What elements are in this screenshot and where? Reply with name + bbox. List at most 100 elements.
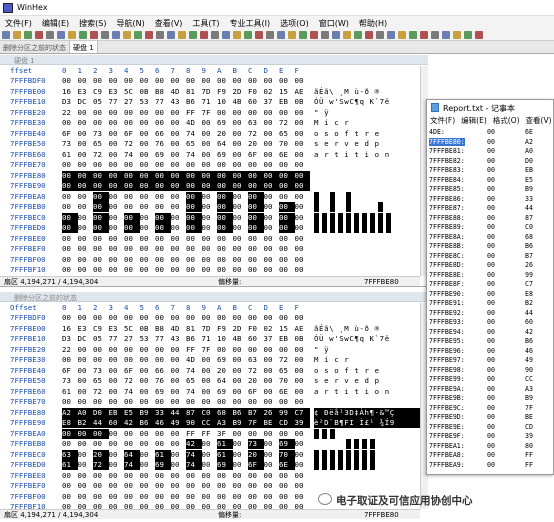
hex-byte[interactable]: 00 xyxy=(217,202,233,212)
hex-byte[interactable]: 72 xyxy=(279,355,295,365)
toolbar-button-icon[interactable] xyxy=(46,31,54,39)
hex-byte[interactable]: 0B xyxy=(295,97,311,107)
hex-byte[interactable]: C7 xyxy=(294,407,310,418)
hex-byte[interactable]: 61 xyxy=(217,449,233,460)
hex-row[interactable]: 7FFFBE40 6F 00 73 00 6F 00 66 00 74 00 20 00 72 00 65 00… xyxy=(0,129,420,139)
hex-byte[interactable]: 00 xyxy=(264,129,280,139)
hex-byte[interactable]: 00 xyxy=(202,213,218,223)
hex-byte[interactable]: 00 xyxy=(248,397,264,407)
hex-byte[interactable]: 00 xyxy=(140,108,156,118)
hex-byte[interactable]: 00 xyxy=(124,492,140,502)
hex-byte[interactable]: 00 xyxy=(78,387,94,397)
hex-byte[interactable]: 00 xyxy=(109,429,125,439)
hex-byte[interactable]: 00 xyxy=(171,150,187,160)
hex-byte[interactable]: 00 xyxy=(248,313,264,323)
hex-byte[interactable]: 4D xyxy=(186,118,202,128)
hex-byte[interactable]: 00 xyxy=(264,255,280,265)
hex-byte[interactable]: 00 xyxy=(140,429,156,439)
hex-byte[interactable]: E8 xyxy=(62,418,78,428)
hex-byte[interactable]: 00 xyxy=(295,355,311,365)
hex-byte[interactable]: 00 xyxy=(171,355,187,365)
menu-item-8[interactable]: 窗口(W) xyxy=(314,16,354,29)
hex-byte[interactable]: 71 xyxy=(202,334,218,344)
hex-byte[interactable]: 00 xyxy=(294,170,310,181)
hex-byte[interactable]: 00 xyxy=(186,191,202,202)
hex-row[interactable]: 7FFFBE10 D3 DC 05 77 27 53 77 43 B6 71 10 4B 60 37 EB 0B… xyxy=(0,334,420,344)
hex-byte[interactable]: 00 xyxy=(233,450,249,460)
hex-byte[interactable]: 00 xyxy=(186,471,202,481)
hex-byte[interactable]: 00 xyxy=(155,471,171,481)
hex-byte[interactable]: 00 xyxy=(124,355,140,365)
hex-row[interactable]: 7FFFBEB0 00 00 00 00 00 00 00 00 00 00 00 00 00 00 00 00 xyxy=(0,202,420,212)
hex-byte[interactable]: 00 xyxy=(248,181,264,191)
hex-byte[interactable]: 20 xyxy=(248,139,264,149)
hex-byte[interactable]: 2D xyxy=(233,324,249,334)
hex-byte[interactable]: 6F xyxy=(62,366,78,376)
hex-byte[interactable]: 00 xyxy=(186,212,202,223)
toolbar-button-icon[interactable] xyxy=(409,31,417,39)
menu-item-4[interactable]: 查看(V) xyxy=(150,16,188,29)
hex-byte[interactable]: 10 xyxy=(217,97,233,107)
hex-byte[interactable]: 00 xyxy=(217,255,233,265)
hex-byte[interactable]: 20 xyxy=(248,449,264,460)
hex-byte[interactable]: E3 xyxy=(109,324,125,334)
hex-byte[interactable]: 00 xyxy=(295,76,311,86)
hex-byte[interactable]: B6 xyxy=(186,334,202,344)
hex-byte[interactable]: 00 xyxy=(108,181,124,191)
hex-byte[interactable]: 00 xyxy=(109,492,125,502)
hex-byte[interactable]: 00 xyxy=(78,160,94,170)
hex-byte[interactable]: 76 xyxy=(155,376,171,386)
hex-byte[interactable]: 00 xyxy=(233,366,249,376)
hex-byte[interactable]: 72 xyxy=(93,387,109,397)
hex-byte[interactable]: 00 xyxy=(62,181,78,191)
hex-byte[interactable]: 74 xyxy=(186,150,202,160)
hex-byte[interactable]: 00 xyxy=(295,450,311,460)
hex-byte[interactable]: 00 xyxy=(140,76,156,86)
hex-byte[interactable]: 00 xyxy=(124,202,140,212)
toolbar-button-icon[interactable] xyxy=(442,31,450,39)
hex-byte[interactable]: 00 xyxy=(139,170,155,181)
hex-row[interactable]: 7FFFBE80 A2 A0 D0 EB E5 B9 33 44 87 C0 68 B6 B7 26 99 C7… xyxy=(0,407,420,418)
hex-byte[interactable]: 00 xyxy=(124,108,140,118)
hex-byte[interactable]: 00 xyxy=(233,481,249,491)
hex-byte[interactable]: 00 xyxy=(109,397,125,407)
hex-byte[interactable]: 66 xyxy=(155,129,171,139)
hex-byte[interactable]: 64 xyxy=(124,449,140,460)
hex-byte[interactable]: 00 xyxy=(155,439,171,449)
hex-byte[interactable]: 72 xyxy=(93,460,109,470)
hex-byte[interactable]: 00 xyxy=(124,471,140,481)
hex-byte[interactable]: 6E xyxy=(279,460,295,470)
notepad-menu-item-0[interactable]: 文件(F) xyxy=(427,114,458,126)
hex-byte[interactable]: 00 xyxy=(124,481,140,491)
hex-byte[interactable]: 61 xyxy=(155,449,171,460)
hex-byte[interactable]: FF xyxy=(186,345,202,355)
hex-byte[interactable]: 00 xyxy=(155,313,171,323)
hex-byte[interactable]: 74 xyxy=(186,129,202,139)
hex-byte[interactable]: 00 xyxy=(124,439,140,449)
hex-byte[interactable]: 00 xyxy=(202,234,218,244)
toolbar-button-icon[interactable] xyxy=(453,31,461,39)
hex-byte[interactable]: 00 xyxy=(264,313,280,323)
hex-byte[interactable]: 90 xyxy=(186,418,202,428)
hex-byte[interactable]: 00 xyxy=(171,345,187,355)
hex-byte[interactable]: 00 xyxy=(279,397,295,407)
hex-byte[interactable]: 00 xyxy=(202,223,218,233)
hex-byte[interactable]: 00 xyxy=(93,428,109,439)
hex-byte[interactable]: 00 xyxy=(124,76,140,86)
hex-byte[interactable]: EB xyxy=(279,97,295,107)
hex-byte[interactable]: 00 xyxy=(171,471,187,481)
hex-byte[interactable]: 00 xyxy=(62,76,78,86)
hex-byte[interactable]: 00 xyxy=(233,376,249,386)
hex-byte[interactable]: 00 xyxy=(202,150,218,160)
hex-byte[interactable]: 00 xyxy=(93,439,109,449)
hex-byte[interactable]: 00 xyxy=(295,244,311,254)
hex-byte[interactable]: 00 xyxy=(171,255,187,265)
hex-byte[interactable]: 00 xyxy=(93,191,109,202)
hex-byte[interactable]: 00 xyxy=(295,160,311,170)
hex-byte[interactable]: 00 xyxy=(93,160,109,170)
hex-byte[interactable]: 00 xyxy=(279,212,295,223)
hex-byte[interactable]: 00 xyxy=(140,213,156,223)
hex-byte[interactable]: 00 xyxy=(295,471,311,481)
hex-byte[interactable]: 00 xyxy=(93,481,109,491)
hex-byte[interactable]: 00 xyxy=(233,255,249,265)
